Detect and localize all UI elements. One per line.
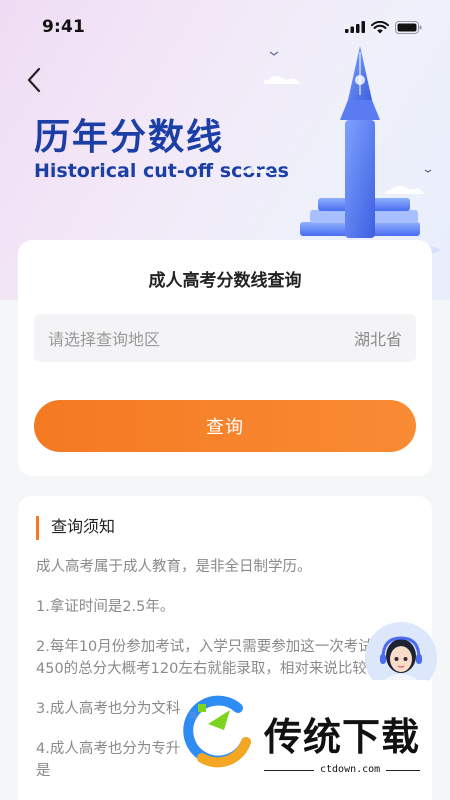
signal-icon xyxy=(345,21,365,33)
ctdown-logo-icon xyxy=(183,695,251,768)
region-select[interactable]: 请选择查询地区 湖北省 xyxy=(34,314,416,362)
notice-paragraph: 2.每年10月份参加考试，入学只需要参加这一次考试，450的总分大概考120左右… xyxy=(36,639,411,677)
notice-title: 查询须知 xyxy=(36,516,115,540)
page-title: 历年分数线 xyxy=(34,117,225,158)
notice-paragraph: 1.拿证时间是2.5年。 xyxy=(36,599,175,615)
pen-tower-illustration xyxy=(241,46,440,258)
battery-icon xyxy=(395,20,422,34)
status-icons xyxy=(345,20,422,34)
region-select-value: 湖北省 xyxy=(353,330,402,349)
watermark-url: ctdown.com xyxy=(320,764,381,775)
watermark-rule-right xyxy=(386,770,420,771)
watermark-rule-left xyxy=(264,770,314,771)
watermark-logo: 传统下载 ctdown.com xyxy=(180,680,430,780)
notice-paragraph: 成人高考属于成人教育，是非全日制学历。 xyxy=(36,559,312,575)
query-card: 成人高考分数线查询 请选择查询地区 湖北省 查询 xyxy=(18,240,432,476)
status-time: 9:41 xyxy=(42,17,86,37)
region-select-placeholder: 请选择查询地区 xyxy=(48,330,161,349)
wifi-icon xyxy=(371,20,389,33)
query-card-title: 成人高考分数线查询 xyxy=(148,271,302,291)
watermark-brand: 传统下载 xyxy=(264,715,421,759)
query-button[interactable]: 查询 xyxy=(34,400,416,452)
back-button[interactable] xyxy=(18,64,50,96)
chevron-left-icon xyxy=(27,67,41,93)
